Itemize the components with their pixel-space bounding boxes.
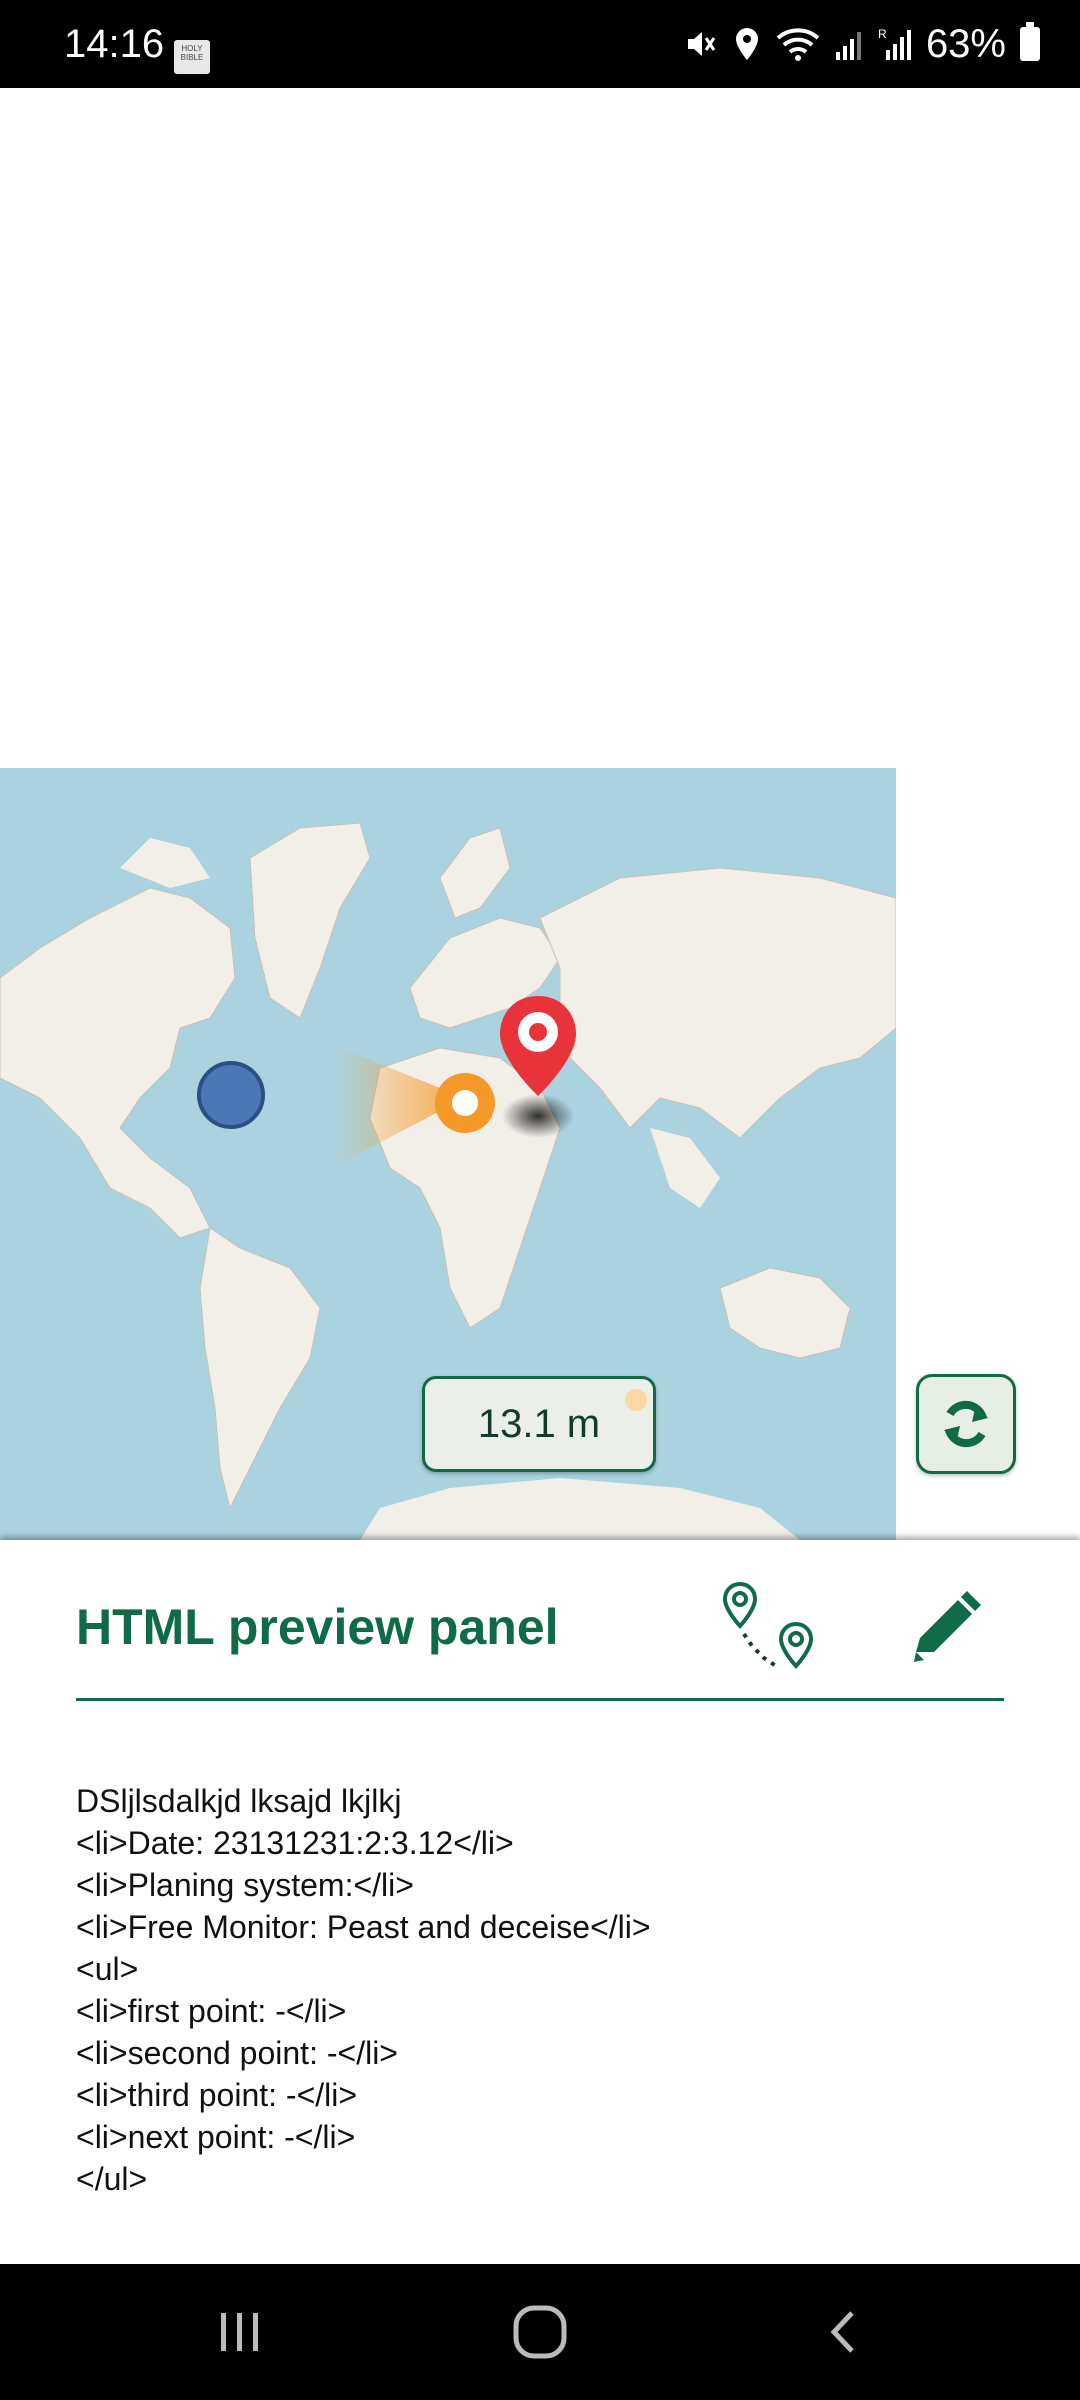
distance-label: 13.1 m [477, 1401, 601, 1446]
mute-icon [687, 32, 716, 56]
preview-line: <ul> [76, 1951, 139, 1987]
preview-line: <li>Date: 23131231:2:3.12</li> [76, 1825, 514, 1861]
orange-location-marker[interactable] [432, 1070, 498, 1136]
battery-percent: 63% [925, 22, 1006, 66]
preview-line: <li>Free Monitor: Peast and deceise</li> [76, 1909, 651, 1945]
user-location-dot[interactable] [194, 1058, 268, 1132]
distance-indicator-dot [625, 1389, 647, 1411]
signal-icon [835, 32, 861, 60]
recent-apps-button[interactable] [160, 2264, 320, 2400]
battery-icon [1020, 22, 1040, 61]
back-button[interactable] [765, 2264, 925, 2400]
status-bar: 14:16 HOLY BIBLE R 63% [0, 0, 1080, 88]
panel-divider [76, 1698, 1004, 1701]
red-destination-pin[interactable] [490, 988, 590, 1158]
preview-line: <li>next point: -</li> [76, 2119, 356, 2155]
html-preview-content: DSljlsdalkjd lksajd lkjlkj <li>Date: 231… [76, 1780, 1016, 2200]
svg-text:R: R [878, 27, 887, 41]
refresh-button[interactable] [916, 1374, 1016, 1474]
bible-app-icon: HOLY BIBLE [174, 40, 210, 74]
preview-line: </ul> [76, 2161, 148, 2197]
preview-line: <li>first point: -</li> [76, 1993, 347, 2029]
distance-chip: 13.1 m [422, 1376, 656, 1472]
roaming-signal-icon: R [878, 27, 911, 60]
panel-title: HTML preview panel [76, 1599, 559, 1655]
recent-apps-icon [221, 2313, 258, 2351]
preview-line: <li>second point: -</li> [76, 2035, 398, 2071]
refresh-icon [944, 1400, 988, 1448]
preview-line: DSljlsdalkjd lksajd lkjlkj [76, 1783, 402, 1819]
preview-line: <li>Planing system:</li> [76, 1867, 414, 1903]
wifi-icon [776, 28, 820, 61]
html-preview-panel: HTML preview panel DSljlsdalkjd lksajd l… [0, 1540, 1080, 2264]
navigation-bar [0, 2264, 1080, 2400]
route-points-icon[interactable] [720, 1580, 820, 1680]
home-button[interactable] [460, 2264, 620, 2400]
pencil-icon[interactable] [906, 1590, 986, 1670]
status-icons: R 63% [682, 20, 1040, 68]
status-time: 14:16 [64, 22, 165, 66]
preview-line: <li>third point: -</li> [76, 2077, 358, 2113]
back-icon [830, 2311, 854, 2353]
home-icon [513, 2305, 567, 2359]
location-icon [735, 28, 758, 60]
